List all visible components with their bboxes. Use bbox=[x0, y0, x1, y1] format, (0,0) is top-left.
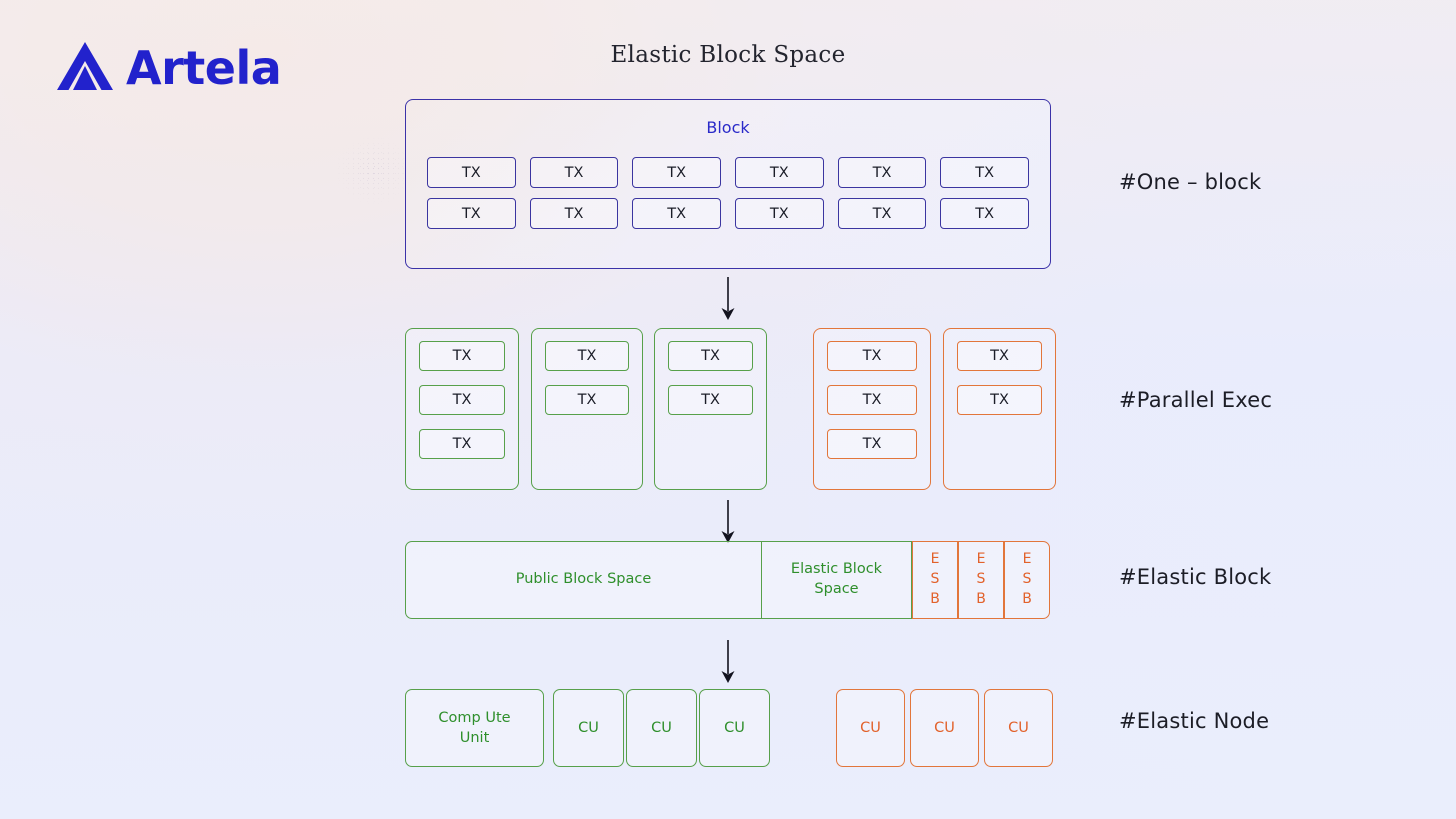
esb-letter: E bbox=[976, 551, 986, 568]
public-block-space-bar: Public Block Space bbox=[405, 541, 762, 619]
parallel-exec-row: TX TX TX TX TX TX TX TX TX TX TX TX bbox=[405, 328, 1056, 490]
arrow-elastic-to-node bbox=[716, 640, 740, 684]
parallel-tx-cell: TX bbox=[827, 429, 917, 459]
arrow-parallel-to-elastic bbox=[716, 500, 740, 544]
block-tx-cell: TX bbox=[837, 198, 927, 229]
esb-letter: B bbox=[976, 590, 986, 607]
parallel-tx-cell: TX bbox=[957, 385, 1042, 415]
compute-unit-box: CU bbox=[836, 689, 905, 767]
parallel-tx-cell: TX bbox=[545, 385, 629, 415]
block-tx-cell: TX bbox=[734, 198, 824, 229]
block-tx-cell: TX bbox=[529, 157, 619, 188]
compute-unit-label: CU bbox=[578, 719, 599, 736]
esb-letter: S bbox=[930, 571, 940, 588]
esb-letter: S bbox=[1022, 571, 1032, 588]
parallel-group-green: TX TX TX bbox=[405, 328, 519, 490]
artela-triangle-logo-icon bbox=[54, 40, 116, 96]
parallel-group-green: TX TX bbox=[654, 328, 767, 490]
block-tx-cell: TX bbox=[940, 157, 1029, 188]
esb-box: ESB bbox=[958, 541, 1004, 619]
compute-unit-box: CU bbox=[626, 689, 697, 767]
compute-unit-label: CU bbox=[934, 719, 955, 736]
compute-unit-label: Comp Ute Unit bbox=[438, 709, 511, 746]
block-panel-label: Block bbox=[706, 118, 750, 137]
block-tx-cell: TX bbox=[632, 157, 721, 188]
block-tx-cell: TX bbox=[427, 157, 516, 188]
compute-unit-label: CU bbox=[860, 719, 881, 736]
page-title: Elastic Block Space bbox=[610, 42, 846, 68]
parallel-tx-cell: TX bbox=[419, 429, 505, 459]
parallel-group-green: TX TX bbox=[531, 328, 643, 490]
parallel-tx-cell: TX bbox=[419, 385, 505, 415]
compute-unit-label: CU bbox=[1008, 719, 1029, 736]
esb-letter: E bbox=[930, 551, 940, 568]
compute-unit-box: CU bbox=[553, 689, 624, 767]
section-caption: #One – block bbox=[1119, 170, 1262, 194]
elastic-node-row: Comp Ute Unit CU CU CU CU CU CU bbox=[405, 689, 1053, 767]
block-tx-cell: TX bbox=[734, 157, 824, 188]
elastic-block-row: Public Block Space Elastic Block Space ES… bbox=[405, 541, 1050, 619]
block-tx-grid: TX TX TX TX TX TX TX TX TX TX TX TX bbox=[427, 157, 1029, 229]
elastic-block-space-label: Elastic Block Space bbox=[790, 561, 883, 597]
esb-letter: S bbox=[976, 571, 986, 588]
arrow-block-to-parallel bbox=[716, 277, 740, 321]
elastic-block-space-bar: Elastic Block Space bbox=[762, 541, 912, 619]
block-panel: Block TX TX TX TX TX TX TX TX TX TX TX TX bbox=[405, 99, 1051, 269]
parallel-tx-cell: TX bbox=[827, 341, 917, 371]
parallel-tx-cell: TX bbox=[545, 341, 629, 371]
compute-unit-box: CU bbox=[699, 689, 770, 767]
parallel-group-orange: TX TX TX bbox=[813, 328, 931, 490]
parallel-tx-cell: TX bbox=[827, 385, 917, 415]
compute-unit-label: CU bbox=[724, 719, 745, 736]
parallel-tx-cell: TX bbox=[419, 341, 505, 371]
parallel-tx-cell: TX bbox=[957, 341, 1042, 371]
block-tx-cell: TX bbox=[837, 157, 927, 188]
esb-box: ESB bbox=[1004, 541, 1050, 619]
compute-unit-box: CU bbox=[910, 689, 979, 767]
block-tx-cell: TX bbox=[529, 198, 619, 229]
section-caption: #Parallel Exec bbox=[1119, 388, 1273, 412]
esb-letter: B bbox=[1022, 590, 1032, 607]
esb-letter: E bbox=[1022, 551, 1032, 568]
block-tx-cell: TX bbox=[940, 198, 1029, 229]
esb-letter: B bbox=[930, 590, 940, 607]
section-caption: #Elastic Block bbox=[1119, 565, 1272, 589]
compute-unit-box: Comp Ute Unit bbox=[405, 689, 544, 767]
parallel-tx-cell: TX bbox=[668, 385, 753, 415]
parallel-tx-cell: TX bbox=[668, 341, 753, 371]
section-caption: #Elastic Node bbox=[1119, 709, 1270, 733]
artela-logo[interactable]: Artela bbox=[54, 40, 282, 96]
block-tx-cell: TX bbox=[427, 198, 516, 229]
compute-unit-box: CU bbox=[984, 689, 1053, 767]
esb-box: ESB bbox=[912, 541, 958, 619]
artela-wordmark: Artela bbox=[126, 41, 282, 95]
parallel-group-orange: TX TX bbox=[943, 328, 1056, 490]
block-tx-cell: TX bbox=[632, 198, 721, 229]
compute-unit-label: CU bbox=[651, 719, 672, 736]
